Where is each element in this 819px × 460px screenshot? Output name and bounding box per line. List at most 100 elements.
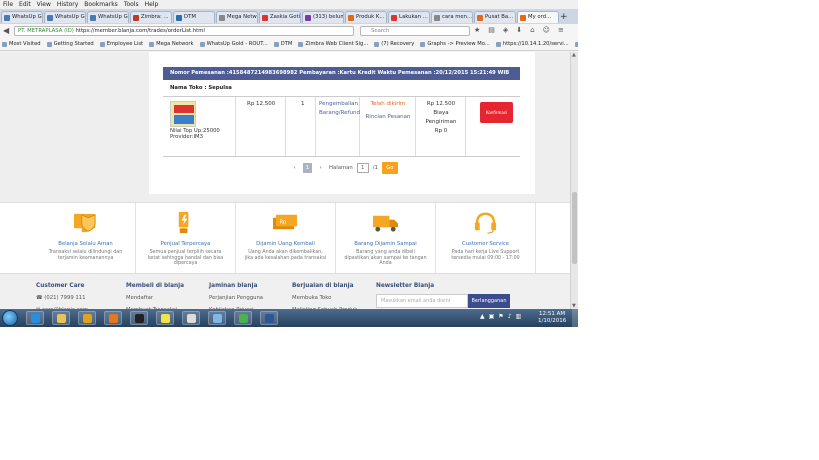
shield-icon[interactable]: ◈ [503, 26, 508, 34]
bookmark-label: Most Visited [9, 41, 41, 47]
volume-icon[interactable]: ♪ [508, 313, 512, 320]
feature-title[interactable]: Belanja Selalu Aman [36, 241, 135, 247]
home-icon[interactable]: ⌂ [530, 26, 534, 34]
menu-item-file[interactable]: File [3, 1, 13, 8]
bookmark-item[interactable]: https://10.14.1.20/servi... [495, 41, 569, 47]
bookmark-item[interactable]: Most Visited [2, 41, 41, 47]
go-button[interactable]: Go [381, 162, 398, 174]
taskbar-app[interactable] [78, 311, 96, 325]
product-image[interactable] [170, 101, 196, 127]
headset-icon [471, 210, 500, 235]
star-icon[interactable]: ★ [474, 26, 480, 34]
favicon-icon [348, 15, 354, 21]
footer-link[interactable]: Mendaftar [126, 292, 184, 304]
menu-item-help[interactable]: Help [145, 1, 159, 8]
browser-tab[interactable]: Zimbra: ... [130, 11, 172, 23]
menu-item-edit[interactable]: Edit [19, 1, 31, 8]
browser-tab[interactable]: Pusat Ba... [474, 11, 516, 23]
page-number-input[interactable]: 1 [356, 163, 369, 173]
divider [163, 156, 520, 157]
tray-arrow-icon[interactable]: ▲ [480, 313, 485, 320]
bookmark-item[interactable]: Mega Network [149, 41, 194, 47]
menu-item-tools[interactable]: Tools [124, 1, 139, 8]
tray-app-icon[interactable]: ▣ [489, 313, 495, 320]
bookmark-item[interactable]: WhatsUp Gold - ROUT... [199, 41, 268, 47]
next-page-button[interactable]: › [316, 163, 325, 173]
feature-title[interactable]: Dijamin Uang Kembali [236, 241, 335, 247]
order-details-link[interactable]: Rincian Pesanan [363, 113, 413, 122]
search-input[interactable]: Search [360, 26, 470, 36]
bookmark-item[interactable]: Getting Started [46, 41, 94, 47]
tab-label: DTM [184, 14, 196, 20]
bookmark-item[interactable]: DTM [273, 41, 292, 47]
feature-title[interactable]: Barang Dijamin Sampai [336, 241, 435, 247]
scroll-up-icon[interactable]: ▲ [572, 52, 576, 58]
footer-heading: Customer Care [36, 283, 85, 289]
sticky-notes-icon [161, 314, 170, 323]
chat-icon[interactable]: ☺ [543, 26, 550, 34]
browser-tab[interactable]: Zaskia Gotik... [259, 11, 301, 23]
browser-tab[interactable]: WhatsUp Gold - [1, 11, 43, 23]
url-bar[interactable]: PT. METRAPLASA (ID) https://member.blanj… [14, 26, 354, 36]
footer-link[interactable]: Perjanjian Pengguna [209, 292, 263, 304]
taskbar-app[interactable] [260, 311, 278, 325]
refund-link[interactable]: Pengembalian Barang/Refund [319, 100, 360, 118]
confirm-button[interactable]: Konfirmasi [480, 102, 513, 123]
scroll-thumb[interactable] [572, 192, 577, 264]
browser-tab[interactable]: cara men... [431, 11, 473, 23]
flag-icon[interactable]: ⚑ [498, 313, 503, 320]
taskbar-app[interactable] [52, 311, 70, 325]
bookmark-item[interactable]: (7) Recovery [374, 41, 414, 47]
browser-tab[interactable]: Produk K... [345, 11, 387, 23]
taskbar-app[interactable] [182, 311, 200, 325]
feature-title[interactable]: Customer Service [436, 241, 535, 247]
menu-icon[interactable]: ≡ [558, 26, 564, 34]
feature-title[interactable]: Penjual Terpercaya [136, 241, 235, 247]
bookmark-item[interactable]: Graphs -> Preview Mo... [420, 41, 490, 47]
browser-tab[interactable]: My ord... [517, 11, 559, 23]
taskbar-app[interactable] [26, 311, 44, 325]
menu-item-view[interactable]: View [37, 1, 51, 8]
reading-list-icon[interactable]: ▤ [488, 26, 495, 34]
tab-label: Lakukan ... [399, 14, 428, 20]
phone-number[interactable]: (021) 7999 111 [44, 295, 85, 301]
browser-tab[interactable]: (313) belum ... [302, 11, 344, 23]
newsletter-email-input[interactable]: Masukkan email anda disini [376, 294, 468, 308]
current-page-button[interactable]: 1 [303, 163, 312, 173]
browser-tab[interactable]: WhatsUp Gold - [87, 11, 129, 23]
bookmark-label: https://10.14.1.20/servi... [502, 41, 569, 47]
bookmark-item[interactable]: Zimbra Web Client Sig... [298, 41, 368, 47]
vertical-scrollbar[interactable]: ▲ ▼ [570, 52, 578, 309]
taskbar-app[interactable] [234, 311, 252, 325]
footer-link[interactable]: Membuka Toko [292, 292, 357, 304]
browser-tab[interactable]: Mega Network [216, 11, 258, 23]
bookmark-icon [574, 41, 578, 47]
site-identity[interactable]: PT. METRAPLASA (ID) [18, 28, 74, 34]
subscribe-button[interactable]: Berlangganan [468, 294, 510, 308]
taskbar-app[interactable] [208, 311, 226, 325]
menu-item-bookmarks[interactable]: Bookmarks [84, 1, 118, 8]
phone-contact[interactable]: ☎ (021) 7999 111 [36, 292, 88, 304]
menu-item-history[interactable]: History [57, 1, 78, 8]
refund-link-line2[interactable]: Barang/Refund [319, 109, 360, 118]
start-button[interactable] [2, 310, 18, 326]
network-tray-icon[interactable]: ▥ [516, 313, 522, 320]
show-desktop-button[interactable] [572, 309, 578, 327]
bookmark-item[interactable]: Employee List [99, 41, 143, 47]
store-name[interactable]: Nama Toko : Sepulsa [170, 85, 232, 91]
download-icon[interactable]: ⬇ [516, 26, 522, 34]
back-arrow-icon[interactable]: ◀ [3, 26, 9, 35]
prev-page-button[interactable]: ‹ [290, 163, 299, 173]
browser-tab[interactable]: Lakukan ... [388, 11, 430, 23]
browser-tab[interactable]: WhatsUp Gold - [44, 11, 86, 23]
new-tab-button[interactable]: + [560, 12, 568, 22]
refund-link-line1[interactable]: Pengembalian [319, 100, 358, 109]
bookmark-item[interactable]: MRTG XL [574, 41, 578, 47]
taskbar-app[interactable] [156, 311, 174, 325]
favicon-icon [4, 15, 10, 21]
browser-tab[interactable]: DTM [173, 11, 215, 23]
secure-shopping-icon [71, 210, 100, 235]
taskbar-app[interactable] [130, 311, 148, 325]
clock[interactable]: 12:51 AM 1/10/2016 [538, 311, 566, 325]
taskbar-app[interactable] [104, 311, 122, 325]
